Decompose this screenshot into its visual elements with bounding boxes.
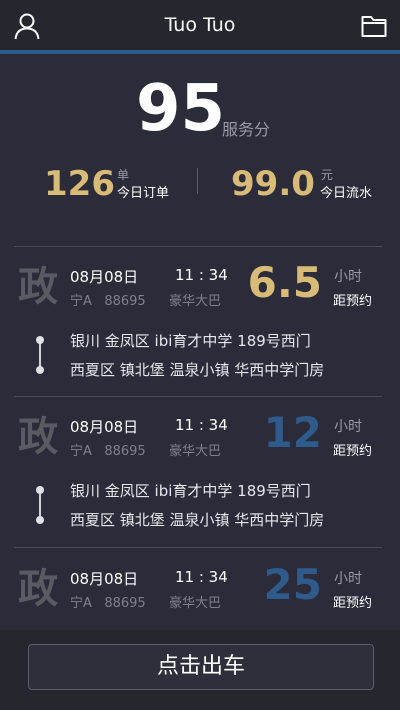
route-end-dot bbox=[36, 516, 44, 524]
folder-icon[interactable] bbox=[361, 14, 387, 38]
plate-prefix: 宁A bbox=[70, 294, 92, 309]
government-badge: 政 bbox=[18, 414, 58, 460]
plate-number: 宁A 88695 bbox=[70, 290, 146, 309]
summary-panel: 95 服务分 126 单 今日订单 99.0 元 今日流水 bbox=[0, 54, 400, 238]
hours-label: 距预约 bbox=[333, 596, 373, 611]
today-revenue-value: 99.0 bbox=[231, 164, 315, 204]
vehicle-type: 豪华大巴 bbox=[169, 294, 222, 309]
today-orders-unit: 单 bbox=[117, 168, 130, 182]
app-title: Tuo Tuo bbox=[164, 14, 236, 36]
hours-label: 距预约 bbox=[333, 444, 373, 459]
dropoff-address: 西夏区 镇北堡 温泉小镇 华西中学门房 bbox=[70, 361, 325, 379]
app-header: Tuo Tuo bbox=[0, 0, 400, 52]
plate-prefix: 宁A bbox=[70, 596, 92, 611]
plate-number: 宁A 88695 bbox=[70, 592, 146, 611]
service-score-label: 服务分 bbox=[222, 120, 271, 139]
plate-number: 宁A 88695 bbox=[70, 440, 146, 459]
route-end-dot bbox=[36, 366, 44, 374]
government-badge: 政 bbox=[18, 566, 58, 612]
order-list: 政 08月08日 11 : 34 宁A 88695 豪华大巴 6.5 小时 距预… bbox=[0, 238, 400, 630]
bottom-bar: 点击出车 bbox=[0, 630, 400, 710]
plate-prefix: 宁A bbox=[70, 444, 92, 459]
hours-unit: 小时 bbox=[334, 571, 362, 587]
order-time: 11 : 34 bbox=[175, 266, 228, 284]
order-time: 11 : 34 bbox=[175, 568, 228, 586]
route-start-dot bbox=[36, 486, 44, 494]
plate-digits: 88695 bbox=[104, 596, 146, 611]
service-score: 95 bbox=[136, 72, 226, 146]
hours-until-pickup: 12 bbox=[263, 408, 322, 457]
government-badge: 政 bbox=[18, 264, 58, 310]
order-card[interactable]: 政 08月08日 11 : 34 宁A 88695 豪华大巴 12 小时 距预约… bbox=[0, 396, 400, 548]
plate-digits: 88695 bbox=[104, 444, 146, 459]
order-card[interactable]: 政 08月08日 11 : 34 宁A 88695 豪华大巴 6.5 小时 距预… bbox=[0, 246, 400, 398]
plate-digits: 88695 bbox=[104, 294, 146, 309]
hours-until-pickup: 25 bbox=[263, 560, 322, 609]
route-start-dot bbox=[36, 336, 44, 344]
hours-label: 距预约 bbox=[333, 294, 373, 309]
dropoff-address: 西夏区 镇北堡 温泉小镇 华西中学门房 bbox=[70, 511, 325, 529]
pickup-address: 银川 金凤区 ibi育才中学 189号西门 bbox=[70, 332, 311, 350]
order-date: 08月08日 bbox=[70, 268, 139, 286]
stat-divider bbox=[197, 168, 198, 194]
today-orders-value: 126 bbox=[44, 164, 115, 204]
hours-until-pickup: 6.5 bbox=[247, 258, 322, 307]
today-orders-label: 今日订单 bbox=[117, 186, 170, 201]
order-card[interactable]: 政 08月08日 11 : 34 宁A 88695 豪华大巴 25 小时 距预约 bbox=[0, 548, 400, 630]
vehicle-type: 豪华大巴 bbox=[169, 444, 222, 459]
order-time: 11 : 34 bbox=[175, 416, 228, 434]
order-date: 08月08日 bbox=[70, 570, 139, 588]
start-driving-button[interactable]: 点击出车 bbox=[28, 644, 374, 690]
pickup-address: 银川 金凤区 ibi育才中学 189号西门 bbox=[70, 482, 311, 500]
hours-unit: 小时 bbox=[334, 419, 362, 435]
hours-unit: 小时 bbox=[334, 269, 362, 285]
today-revenue-label: 今日流水 bbox=[320, 186, 373, 201]
order-date: 08月08日 bbox=[70, 418, 139, 436]
vehicle-type: 豪华大巴 bbox=[169, 596, 222, 611]
today-revenue-unit: 元 bbox=[321, 168, 334, 182]
